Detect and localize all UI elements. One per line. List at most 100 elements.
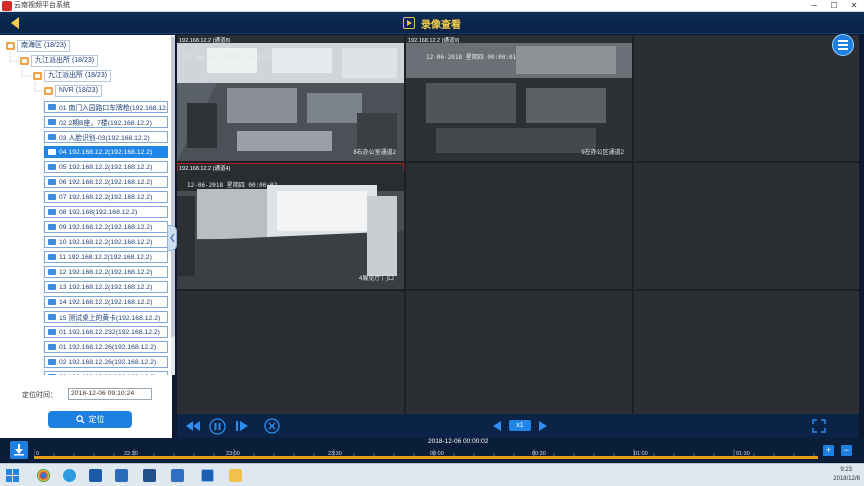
download-button[interactable] (10, 441, 28, 459)
channel-label: 09 192.168.12.2(192.168.12.2) (59, 223, 153, 231)
timeline-track[interactable] (34, 456, 818, 459)
tree-node-root[interactable]: 南海区 (18/23) (6, 40, 71, 52)
tree-node-station[interactable]: 九江派出所 (18/23) (20, 55, 99, 67)
channel-item[interactable]: 11 192.168.12.2(192.168.12.2) (44, 251, 168, 263)
clock-date: 2018/12/6 (833, 476, 860, 482)
camera-icon (48, 329, 56, 335)
camera-icon (48, 209, 56, 215)
taskbar-app-icon[interactable] (140, 467, 158, 484)
header-title-group: 录像查看 (0, 12, 864, 34)
fullscreen-button[interactable] (811, 418, 827, 434)
video-cell-8[interactable] (406, 291, 632, 414)
video-grid: 192.168.12.2 (通道8) 12-06-2018 星期四 09:12:… (177, 35, 859, 414)
step-forward-button[interactable] (235, 418, 249, 434)
channel-item[interactable]: 01 南门入园路口车牌枪(192.168.12.2) (44, 101, 168, 113)
folder-icon (6, 42, 15, 50)
channel-item[interactable]: 12 192.168.12.2(192.168.12.2) (44, 266, 168, 278)
window-controls: ─ ☐ ✕ (808, 0, 860, 12)
tree-node-nvr[interactable]: NVR (18/23) (44, 85, 102, 97)
taskbar-app-icon[interactable] (198, 467, 216, 484)
camera-icon (48, 134, 56, 140)
start-button[interactable] (4, 467, 22, 484)
tree-node-label: NVR (18/23) (55, 85, 102, 97)
pause-button[interactable] (208, 417, 226, 435)
pause-icon (208, 417, 226, 435)
tree-node-substation[interactable]: 九江派出所 (18/23) (33, 70, 112, 82)
menu-button[interactable] (832, 34, 854, 56)
video-cell-3[interactable] (634, 35, 859, 161)
channel-item[interactable]: 06 192.168.12.2(192.168.12.2) (44, 176, 168, 188)
caret-left-icon (493, 421, 501, 431)
channel-item[interactable]: 01 192.168.12.26(192.168.12.2) (44, 341, 168, 353)
windows-logo-icon (6, 468, 19, 482)
camera-icon (48, 194, 56, 200)
channel-label: 04 192.168.12.2(192.168.12.2) (59, 148, 153, 156)
channel-item[interactable]: 01 192.168.12.232(192.168.12.2) (44, 326, 168, 338)
video-timestamp: 12-06-2018 星期四 00:00:01 (426, 54, 517, 61)
header-bar: 录像查看 (0, 12, 864, 34)
timeline-tick-label: 01:00 (634, 451, 648, 457)
channel-item[interactable]: 08 192.168(192.168.12.2) (44, 206, 168, 218)
locate-time-label: 定位时间： (22, 392, 57, 399)
close-icon[interactable]: ✕ (848, 0, 860, 12)
tree-scrollbar[interactable] (171, 35, 175, 375)
maximize-icon[interactable]: ☐ (828, 0, 840, 12)
playback-controls: x1 (177, 414, 859, 438)
channel-item[interactable]: 02 2期B座，7楼(192.168.12.2) (44, 116, 168, 128)
channel-item[interactable]: 14 192.168.12.2(192.168.12.2) (44, 296, 168, 308)
channel-item[interactable]: 15 测试桌上的黄卡(192.168.12.2) (44, 311, 168, 323)
app-logo-icon (2, 1, 12, 11)
video-cell-1[interactable]: 192.168.12.2 (通道8) 12-06-2018 星期四 09:12:… (177, 35, 404, 161)
camera-icon (48, 239, 56, 245)
channel-label: 02 2期B座，7楼(192.168.12.2) (59, 120, 152, 127)
camera-icon (48, 119, 56, 125)
faster-button[interactable] (537, 418, 549, 434)
channel-item[interactable]: 03 人脸识别-03(192.168.12.2) (44, 131, 168, 143)
channel-item[interactable]: 02 192.168.12.26(192.168.12.2) (44, 356, 168, 368)
video-cell-5[interactable] (406, 163, 632, 289)
slower-button[interactable] (491, 418, 503, 434)
camera-icon (48, 299, 56, 305)
camera-icon (48, 179, 56, 185)
taskbar-chrome-icon[interactable] (34, 467, 52, 484)
video-cell-7[interactable] (177, 291, 404, 414)
taskbar-folder-icon[interactable] (226, 467, 244, 484)
timeline-tick-label: 23:30 (328, 451, 342, 457)
search-icon (75, 415, 85, 424)
locate-button[interactable]: 定位 (48, 411, 132, 428)
taskbar-app-icon[interactable] (86, 467, 104, 484)
locate-time-input[interactable]: 2018-12-06 09:10:24 (68, 388, 152, 400)
device-tree-panel: 南海区 (18/23) 九江派出所 (18/23) 九江派出所 (18/23) … (0, 35, 175, 438)
minimize-icon[interactable]: ─ (808, 0, 820, 12)
channel-item[interactable]: 09 192.168.12.2(192.168.12.2) (44, 221, 168, 233)
video-cell-4[interactable]: 192.168.12.2 (通道4) 12-06-2018 星期四 00:00:… (177, 163, 404, 289)
channel-item[interactable]: 13 192.168.12.2(192.168.12.2) (44, 281, 168, 293)
rewind-button[interactable] (185, 418, 201, 434)
zoom-in-button[interactable]: + (823, 445, 834, 456)
locate-button-label: 定位 (88, 415, 105, 424)
camera-icon (48, 104, 56, 110)
stop-button[interactable] (263, 418, 281, 434)
camera-icon (48, 284, 56, 290)
taskbar-app-icon[interactable] (112, 467, 130, 484)
channel-label: 12 192.168.12.2(192.168.12.2) (59, 268, 153, 276)
video-cell-6[interactable] (634, 163, 859, 289)
timeline-tick-label: 23:00 (226, 451, 240, 457)
rewind-icon (186, 421, 200, 431)
channel-item[interactable]: 07 192.168.12.2(192.168.12.2) (44, 191, 168, 203)
timeline-current-time: 2018-12-06 00:00:02 (428, 438, 489, 445)
taskbar-app-icon[interactable] (168, 467, 186, 484)
channel-label: 05 192.168.12.2(192.168.12.2) (59, 163, 153, 171)
channel-item[interactable]: 05 192.168.12.2(192.168.12.2) (44, 161, 168, 173)
taskbar-browser-icon[interactable] (60, 467, 78, 484)
panel-collapse-handle[interactable] (167, 225, 177, 251)
channel-item[interactable]: 03 192.168.12.26(192.168.12.2) (44, 371, 168, 375)
channel-item[interactable]: 10 192.168.12.2(192.168.12.2) (44, 236, 168, 248)
caret-right-icon (539, 421, 547, 431)
channel-item[interactable]: 04 192.168.12.2(192.168.12.2) (44, 146, 168, 158)
video-cell-2[interactable]: 192.168.12.2 (通道9) 12-06-2018 星期四 00:00:… (406, 35, 632, 161)
video-timestamp: 12-06-2018 星期四 09:12:57 (185, 54, 276, 61)
zoom-out-button[interactable]: − (841, 445, 852, 456)
video-cell-9[interactable] (634, 291, 859, 414)
scrollbar-thumb[interactable] (171, 37, 175, 337)
